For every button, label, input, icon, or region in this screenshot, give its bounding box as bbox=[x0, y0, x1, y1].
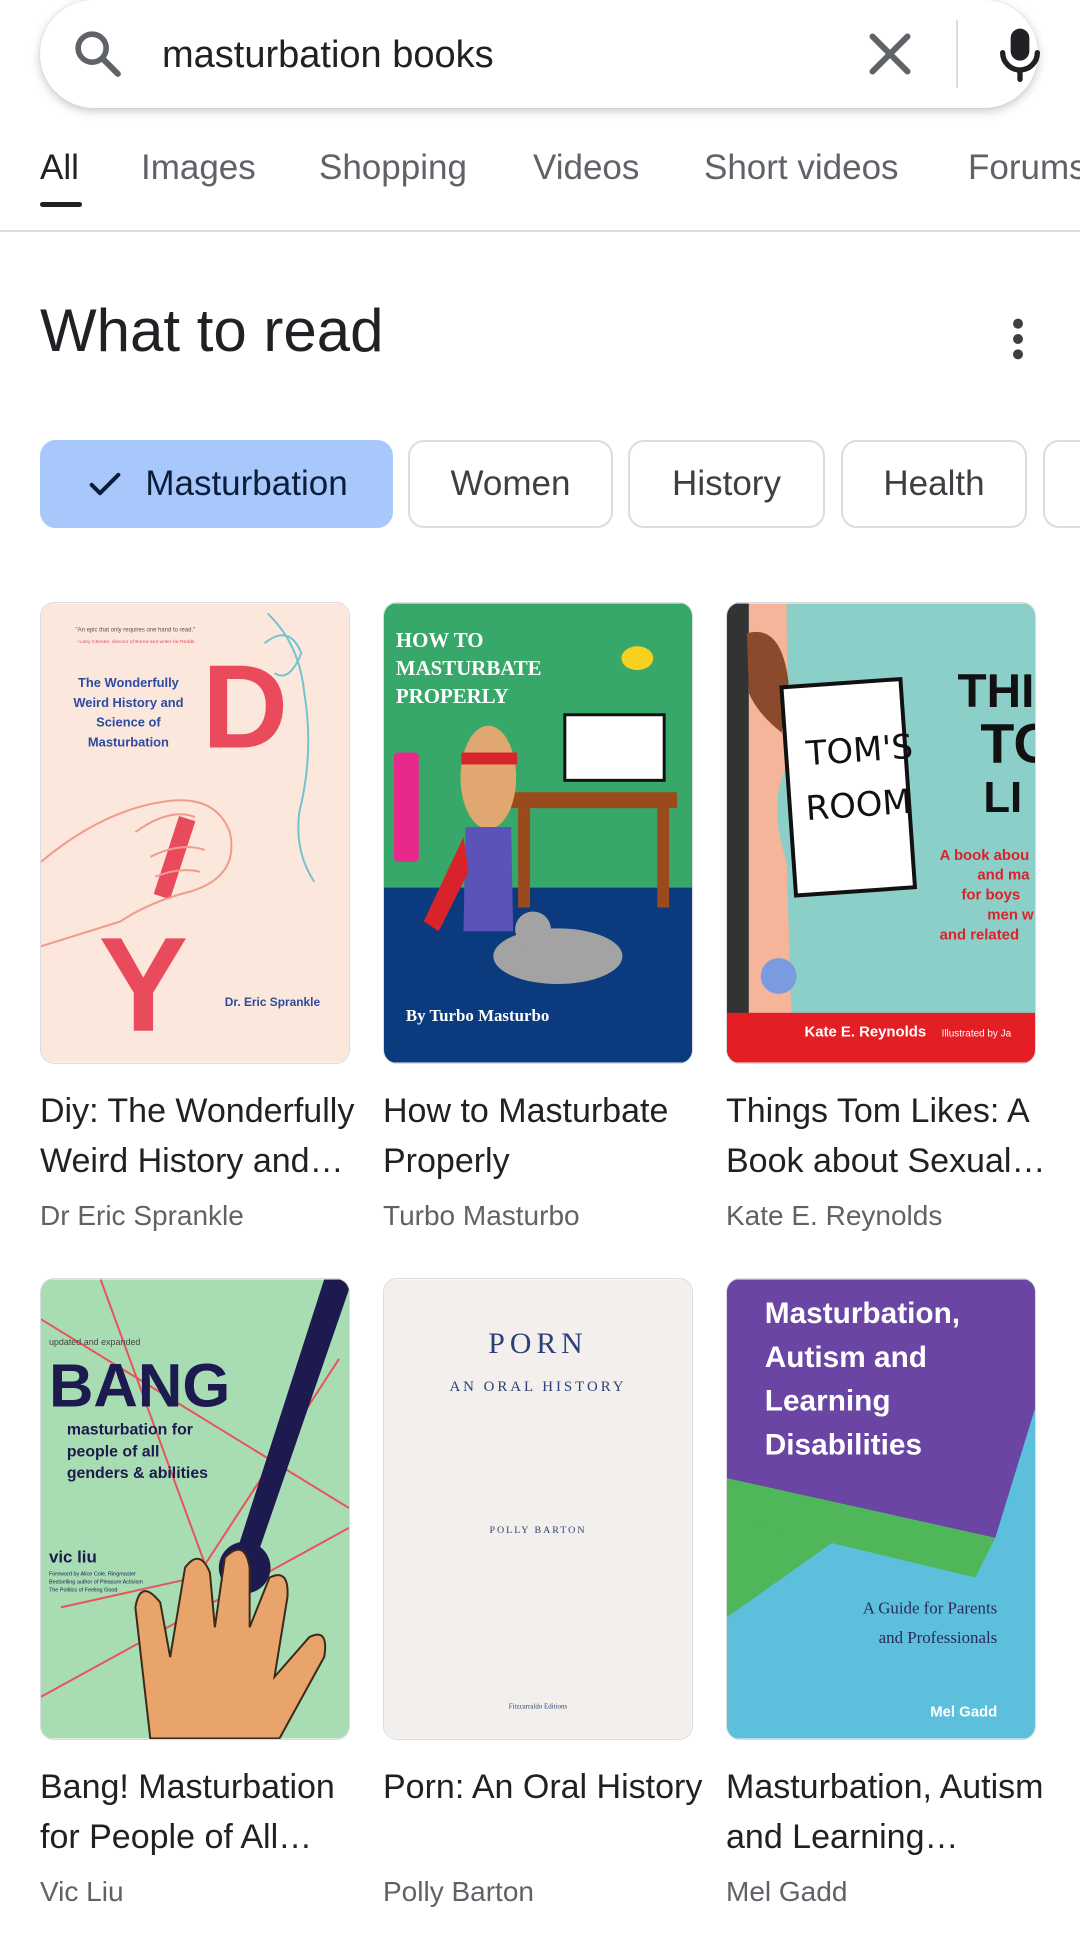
search-bar bbox=[40, 0, 1040, 108]
book-title[interactable]: Porn: An Oral History bbox=[383, 1762, 708, 1812]
cover-subtitle-1: The Wonderfully bbox=[78, 675, 180, 690]
chip-label: Masturbation bbox=[145, 464, 348, 503]
cover-blurb-3: for boys bbox=[961, 888, 1020, 904]
book-author: Dr Eric Sprankle bbox=[40, 1200, 244, 1231]
cover-quote-attribution: - Larry Chester, director of Bored and w… bbox=[76, 639, 195, 645]
cover-title-1: Masturbation, bbox=[765, 1297, 960, 1330]
book-title[interactable]: Diy: The Wonderfully Weird History and S… bbox=[40, 1086, 365, 1186]
cover-blurb-5: and related bbox=[940, 927, 1019, 943]
cover-title: PORN bbox=[488, 1327, 587, 1360]
cover-art-porn-oral-history: PORN AN ORAL HISTORY POLLY BARTON Fitzca… bbox=[384, 1279, 692, 1739]
cover-letter-d: D bbox=[202, 641, 288, 774]
cover-title-3: LI bbox=[983, 773, 1022, 822]
cover-publisher: Fitzcarraldo Editions bbox=[509, 1703, 568, 1711]
cover-art-masturbation-autism: Masturbation, Autism and Learning Disabi… bbox=[727, 1279, 1035, 1739]
cover-title-1: HOW TO bbox=[396, 628, 484, 652]
cover-subtitle-3: Science of bbox=[96, 715, 161, 730]
book-cover: updated and expanded BANG masturbation f… bbox=[40, 1278, 350, 1740]
chip-masturbation[interactable]: Masturbation bbox=[40, 440, 393, 528]
cover-blurb-2: Bestselling author of Pleasure Activism bbox=[49, 1580, 143, 1586]
chip-history[interactable]: History bbox=[628, 440, 825, 528]
cover-title-2: Autism and bbox=[765, 1341, 927, 1374]
cover-author: Mel Gadd bbox=[930, 1705, 997, 1721]
cover-title-3: Learning bbox=[765, 1385, 891, 1418]
clear-icon[interactable] bbox=[860, 24, 920, 84]
book-title[interactable]: Masturbation, Autism and Learning Disabi… bbox=[726, 1762, 1051, 1862]
book-title[interactable]: Bang! Masturbation for People of All Gen… bbox=[40, 1762, 365, 1862]
tab-short-videos[interactable]: Short videos bbox=[704, 148, 899, 188]
cover-art-bang: updated and expanded BANG masturbation f… bbox=[41, 1279, 349, 1739]
cover-art-how-to: HOW TO MASTURBATE PROPERLY By Turbo Mast… bbox=[384, 603, 692, 1063]
cover-author: vic liu bbox=[49, 1548, 97, 1567]
cover-subtitle-2: Weird History and bbox=[73, 695, 183, 710]
tab-videos[interactable]: Videos bbox=[533, 148, 639, 188]
cover-blurb-1: Foreword by Alice Cole, Ringmaster bbox=[49, 1572, 136, 1578]
search-divider bbox=[956, 20, 958, 88]
book-title[interactable]: How to Masturbate Properly bbox=[383, 1086, 708, 1186]
search-tabs: All Images Shopping Videos Short videos … bbox=[0, 130, 1080, 232]
cover-title-3: PROPERLY bbox=[396, 684, 509, 708]
chip-label: Health bbox=[883, 464, 985, 503]
cover-subtitle-3: genders & abilities bbox=[67, 1465, 208, 1482]
cover-author: Dr. Eric Sprankle bbox=[225, 995, 321, 1009]
cover-sign-1: TOM'S bbox=[804, 727, 915, 773]
cover-blurb-1: A book abou bbox=[940, 848, 1030, 864]
cover-title-2: MASTURBATE bbox=[396, 656, 542, 680]
cover-title-1: THII bbox=[958, 665, 1035, 718]
cover-subtitle-1: masturbation for bbox=[67, 1421, 193, 1438]
chip-more[interactable] bbox=[1043, 440, 1080, 528]
book-author: Polly Barton bbox=[383, 1876, 534, 1907]
book-cover: TOM'S ROOM THII TO LI A book abou and ma… bbox=[726, 602, 1036, 1064]
book-author: Turbo Masturbo bbox=[383, 1200, 580, 1231]
cover-footer-author: Kate E. Reynolds bbox=[804, 1025, 926, 1041]
book-title[interactable]: Things Tom Likes: A Book about Sexuality… bbox=[726, 1086, 1051, 1186]
book-cover: HOW TO MASTURBATE PROPERLY By Turbo Mast… bbox=[383, 602, 693, 1064]
cover-title-4: Disabilities bbox=[765, 1428, 922, 1461]
check-icon bbox=[89, 472, 121, 496]
cover-art-diy: "An epic that only requires one hand to … bbox=[41, 603, 349, 1063]
search-input[interactable] bbox=[160, 24, 844, 86]
tab-shopping[interactable]: Shopping bbox=[319, 148, 467, 188]
cover-subtitle-4: Masturbation bbox=[88, 735, 169, 750]
more-options-icon[interactable] bbox=[1000, 316, 1036, 362]
active-tab-indicator bbox=[40, 202, 82, 207]
cover-subtitle-2: people of all bbox=[67, 1443, 160, 1460]
cover-author: By Turbo Masturbo bbox=[406, 1006, 549, 1025]
cover-blurb-4: men w bbox=[987, 907, 1034, 923]
search-icon[interactable] bbox=[70, 26, 126, 82]
book-cover: PORN AN ORAL HISTORY POLLY BARTON Fitzca… bbox=[383, 1278, 693, 1740]
book-author: Vic Liu bbox=[40, 1876, 124, 1907]
tab-forums[interactable]: Forums bbox=[968, 148, 1080, 188]
cover-subtitle: AN ORAL HISTORY bbox=[449, 1379, 626, 1395]
cover-subtitle-1: A Guide for Parents bbox=[863, 1598, 998, 1617]
chip-women[interactable]: Women bbox=[408, 440, 613, 528]
book-author: Kate E. Reynolds bbox=[726, 1200, 943, 1231]
cover-author: POLLY BARTON bbox=[490, 1525, 587, 1536]
book-author: Mel Gadd bbox=[726, 1876, 848, 1907]
microphone-icon[interactable] bbox=[988, 22, 1052, 86]
chip-label: Women bbox=[450, 464, 571, 503]
cover-subtitle-2: and Professionals bbox=[879, 1628, 998, 1647]
cover-footer-illustrator: Illustrated by Ja bbox=[942, 1029, 1012, 1040]
cover-letter-y: Y bbox=[99, 911, 188, 1060]
chip-label: History bbox=[672, 464, 781, 503]
cover-quote: "An epic that only requires one hand to … bbox=[76, 627, 196, 633]
tab-all[interactable]: All bbox=[40, 148, 79, 188]
cover-art-things-tom-likes: TOM'S ROOM THII TO LI A book abou and ma… bbox=[727, 603, 1035, 1063]
book-cover: "An epic that only requires one hand to … bbox=[40, 602, 350, 1064]
cover-sign-2: ROOM bbox=[805, 782, 913, 828]
chip-health[interactable]: Health bbox=[841, 440, 1027, 528]
cover-edition: updated and expanded bbox=[49, 1337, 140, 1347]
cover-title: BANG bbox=[49, 1352, 230, 1421]
book-cover: Masturbation, Autism and Learning Disabi… bbox=[726, 1278, 1036, 1740]
cover-blurb-2: and ma bbox=[977, 868, 1030, 884]
cover-title-2: TO bbox=[980, 712, 1035, 774]
filter-chips: Masturbation Women History Health bbox=[0, 440, 1080, 532]
section-title: What to read bbox=[40, 297, 384, 364]
cover-blurb-3: The Politics of Feeling Good bbox=[49, 1587, 118, 1593]
tab-images[interactable]: Images bbox=[141, 148, 256, 188]
